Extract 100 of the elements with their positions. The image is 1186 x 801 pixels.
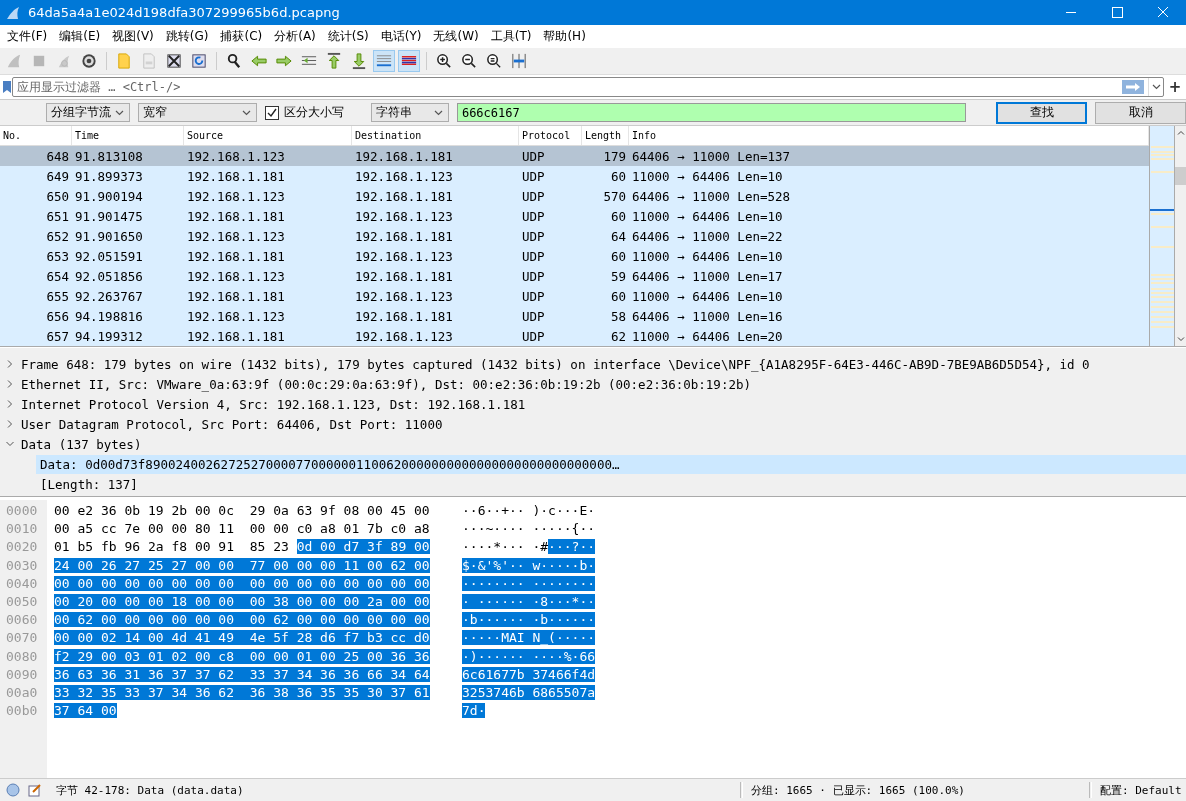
ascii-bytes[interactable]: ·b······ ·b······ <box>462 612 596 628</box>
status-text: 字节 42-178: Data (data.data) <box>56 782 245 798</box>
byte-offset: 0070 <box>5 630 39 648</box>
filter-input[interactable]: 应用显示过滤器 … <Ctrl-/> <box>13 79 1122 95</box>
bookmark-icon[interactable] <box>2 80 12 94</box>
menu-item[interactable]: 电话(Y) <box>375 28 429 45</box>
collapse-caret-icon[interactable] <box>5 439 15 449</box>
search-field[interactable]: 666c6167 <box>456 103 966 122</box>
hex-bytes[interactable]: 00 e2 36 0b 19 2b 00 0c 29 0a 63 9f 08 00 45 00 <box>54 503 430 518</box>
menu-item[interactable]: 文件(F) <box>2 28 55 45</box>
find-button[interactable]: 查找 <box>996 101 1088 124</box>
checkbox[interactable] <box>264 105 279 120</box>
shark-fin-icon <box>5 52 23 70</box>
ascii-bytes[interactable]: ········ ········ <box>462 575 596 591</box>
column-header[interactable]: Destination <box>352 126 519 145</box>
search-in-dropdown[interactable]: 分组字节流 <box>46 103 130 122</box>
search-type-dropdown[interactable]: 字符串 <box>370 103 449 122</box>
menu-item[interactable]: 统计(S) <box>322 28 376 45</box>
hex-bytes[interactable]: 00 00 02 14 00 4d 41 49 4e 5f 28 d6 f7 b3 cc d0 <box>54 630 430 646</box>
packet-row[interactable]: 652 91.901650 192.168.1.123 192.168.1.181 UDP 64 64406 → 11000 Len=22 <box>0 226 1149 246</box>
ascii-bytes[interactable]: ·····MAI N_(····· <box>462 630 596 646</box>
packet-row[interactable]: 654 92.051856 192.168.1.123 192.168.1.181 UDP 59 64406 → 11000 Len=17 <box>0 266 1149 286</box>
edit-note-icon[interactable] <box>28 783 42 797</box>
packet-row[interactable]: 650 91.900194 192.168.1.123 192.168.1.181 UDP 570 64406 → 11000 Len=528 <box>0 186 1149 206</box>
hex-bytes[interactable]: 36 63 36 31 36 37 37 62 33 37 34 36 36 66 34 64 <box>54 666 430 682</box>
menu-item[interactable]: 视图(V) <box>107 28 161 45</box>
packet-row[interactable]: 655 92.263767 192.168.1.181 192.168.1.123 UDP 60 11000 → 64406 Len=10 <box>0 286 1149 306</box>
hex-bytes[interactable]: 37 64 00 <box>54 703 117 719</box>
zoom-in-icon <box>435 52 453 70</box>
ascii-bytes[interactable]: $·&'%'·· w·····b· <box>462 557 596 573</box>
packet-row[interactable]: 656 94.198816 192.168.1.123 192.168.1.181 UDP 58 64406 → 11000 Len=16 <box>0 306 1149 326</box>
profile-label[interactable]: 配置: Default <box>1100 782 1186 798</box>
tree-item[interactable]: Frame 648: 179 bytes on wire (1432 bits), 179 bytes captured (1432 bits) on interface \Device\NPF_{A1A8295F-64E3-446C-AB9D-7BE9AB6D5D54}, id 0 <box>21 354 1094 374</box>
cancel-button[interactable]: 取消 <box>1095 101 1186 124</box>
hex-bytes[interactable]: 00 62 00 00 00 00 00 00 00 62 00 00 00 00 00 00 <box>54 612 430 628</box>
column-header[interactable]: Time <box>72 126 184 145</box>
menu-item[interactable]: 帮助(H) <box>538 28 593 45</box>
ascii-bytes[interactable]: 3253746b 6865507a <box>462 684 596 700</box>
scrollbar-thumb[interactable] <box>1175 167 1186 185</box>
byte-offset: 0000 <box>5 503 39 520</box>
menu-item[interactable]: 无线(W) <box>428 28 486 45</box>
byte-offset: 0030 <box>5 557 39 575</box>
toolbar-button[interactable] <box>398 50 420 72</box>
tree-item[interactable]: Ethernet II, Src: VMware_0a:63:9f (00:0c:29:0a:63:9f), Dst: 00:e2:36:0b:19:2b (00:e2:36:0b:19:2b) <box>21 374 755 394</box>
expand-caret-icon[interactable] <box>5 359 15 369</box>
filter-field[interactable]: 应用显示过滤器 … <Ctrl-/> <box>12 77 1164 97</box>
shark-fin-icon <box>6 5 20 20</box>
hex-bytes[interactable]: f2 29 00 03 01 02 00 c8 00 00 01 00 25 00 36 36 <box>54 648 430 664</box>
ascii-bytes[interactable]: ····*··· ·# <box>462 539 549 555</box>
folder-icon <box>115 52 133 70</box>
hex-bytes[interactable]: 00 20 00 00 00 18 00 00 00 38 00 00 00 2a 00 00 <box>54 593 430 609</box>
menu-item[interactable]: 编辑(E) <box>54 28 108 45</box>
status-circle-icon[interactable] <box>6 783 20 797</box>
menu-item[interactable]: 跳转(G) <box>160 28 216 45</box>
add-filter-button[interactable]: + <box>1164 78 1186 96</box>
column-header[interactable]: Source <box>184 126 352 145</box>
ascii-bytes[interactable]: 6c61677b 37466f4d <box>462 666 596 682</box>
menu-item[interactable]: 捕获(C) <box>215 28 270 45</box>
ascii-bytes[interactable]: · ······ ·8···*·· <box>462 593 596 609</box>
column-header[interactable]: Length <box>582 126 629 145</box>
zoom-out-icon <box>460 52 478 70</box>
reload-icon <box>190 52 208 70</box>
menu-item[interactable]: 分析(A) <box>269 28 323 45</box>
hex-bytes[interactable]: 00 a5 cc 7e 00 00 80 11 00 00 c0 a8 01 7b c0 a8 <box>54 521 430 537</box>
packet-row[interactable]: 649 91.899373 192.168.1.181 192.168.1.123 UDP 60 11000 → 64406 Len=10 <box>0 166 1149 186</box>
column-header[interactable]: No. <box>0 126 72 145</box>
column-header[interactable]: Protocol <box>519 126 582 145</box>
packet-row[interactable]: 651 91.901475 192.168.1.181 192.168.1.123 UDP 60 11000 → 64406 Len=10 <box>0 206 1149 226</box>
hex-bytes[interactable]: 33 32 35 33 37 34 36 62 36 38 36 35 35 30 37 61 <box>54 684 430 700</box>
byte-offset: 00b0 <box>5 703 39 721</box>
tree-item[interactable]: [Length: 137] <box>36 474 1186 494</box>
hex-bytes[interactable]: 24 00 26 27 25 27 00 00 77 00 00 00 11 00 62 00 <box>54 557 430 573</box>
tree-item[interactable]: Data: 0d00d73f89002400262725270000770000001100620000000000000000000000000000… <box>36 454 1186 474</box>
resize-columns-icon <box>510 52 528 70</box>
character-width-dropdown[interactable]: 宽窄 <box>138 103 257 122</box>
packet-row[interactable]: 657 94.199312 192.168.1.181 192.168.1.123 UDP 62 11000 → 64406 Len=20 <box>0 326 1149 346</box>
menu-item[interactable]: 工具(T) <box>485 28 539 45</box>
tree-item[interactable]: User Datagram Protocol, Src Port: 64406, Dst Port: 11000 <box>21 414 447 434</box>
zoom-reset-icon <box>485 52 503 70</box>
ascii-bytes[interactable]: ·)······ ····%·66 <box>462 648 596 664</box>
checkmark-icon <box>266 107 277 118</box>
scrollbar[interactable] <box>1175 126 1186 346</box>
ascii-bytes[interactable]: ···~···· ·····{·· <box>462 521 596 537</box>
tree-item[interactable]: Internet Protocol Version 4, Src: 192.168.1.123, Dst: 192.168.1.181 <box>21 394 530 414</box>
ascii-bytes[interactable]: ···?·· <box>548 539 596 555</box>
ascii-bytes[interactable]: ··6··+·· )·c···E· <box>462 503 596 518</box>
hex-bytes[interactable]: 00 00 00 00 00 00 00 00 00 00 00 00 00 00 00 00 <box>54 575 430 591</box>
packet-minimap[interactable] <box>1149 126 1175 346</box>
expand-caret-icon[interactable] <box>5 379 15 389</box>
packet-row[interactable]: 648 91.813108 192.168.1.123 192.168.1.181 UDP 179 64406 → 11000 Len=137 <box>0 146 1149 166</box>
dropdown-caret-icon <box>241 109 251 116</box>
hex-bytes[interactable]: 01 b5 fb 96 2a f8 00 91 85 23 <box>54 539 297 555</box>
expand-caret-icon[interactable] <box>5 419 15 429</box>
ascii-bytes[interactable]: 7d· <box>462 703 486 719</box>
byte-offset: 0040 <box>5 575 39 593</box>
history-dropdown[interactable] <box>1148 78 1163 96</box>
expand-caret-icon[interactable] <box>5 399 15 409</box>
tree-item[interactable]: Data (137 bytes) <box>21 434 146 454</box>
packet-row[interactable]: 653 92.051591 192.168.1.181 192.168.1.123 UDP 60 11000 → 64406 Len=10 <box>0 246 1149 266</box>
hex-bytes[interactable]: 0d 00 d7 3f 89 00 <box>296 539 430 555</box>
